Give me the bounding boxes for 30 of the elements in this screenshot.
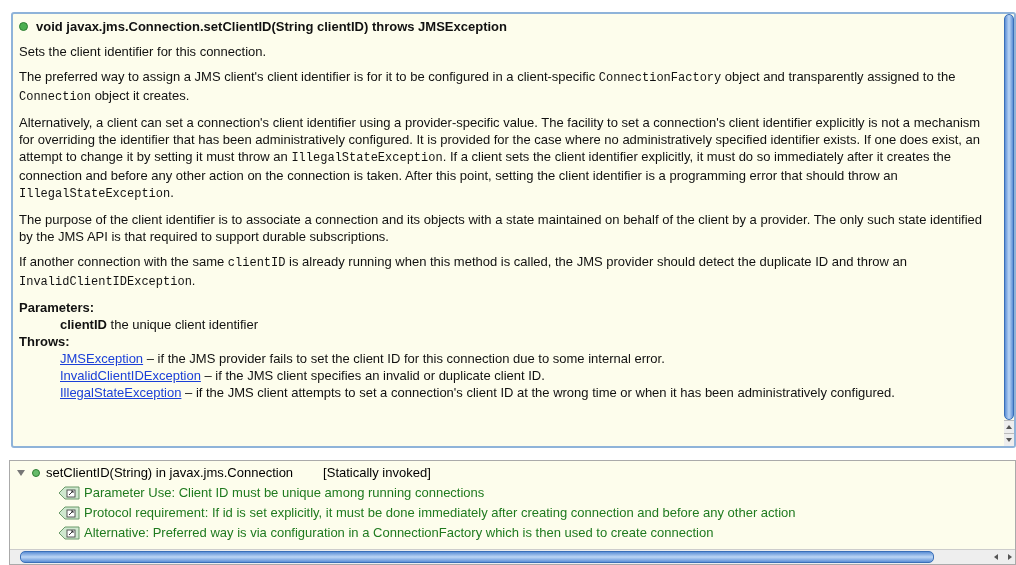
scroll-down-icon[interactable] <box>1004 433 1014 446</box>
tree-item-label[interactable]: Alternative: Preferred way is via configuration in a ConnectionFactory which is then used to create connection <box>84 523 714 543</box>
exception-link[interactable]: IllegalStateException <box>60 385 182 400</box>
exception-description: JMSException – if the JMS provider fails to set the client ID for this connection due to some internal error. <box>59 350 666 367</box>
vertical-scrollbar[interactable] <box>1004 14 1014 446</box>
method-dot-icon <box>19 22 28 31</box>
exception-description: IllegalStateException – if the JMS client attempts to set a connection's client ID at the wrong time or when it has been administratively configured. <box>59 384 896 401</box>
description-paragraph: Alternatively, a client can set a connection's client identifier using a provider-specific value. The facility to set a connection's client identifier explicitly is not a mechanism for overriding the identifier that has been administratively configured. It is provided for the case where no administratively specified identifier exists. If one does exist, an attempt to change it by setting it must throw an IllegalStateException. If a client sets the client identifier explicitly, it must do so immediately after it creates the connection and before any other action on the connection is taken. After this point, setting the client identifier is a programming error that should throw an IllegalStateException. <box>19 114 982 203</box>
parameter-description: clientID the unique client identifier <box>59 316 259 333</box>
tree-item-label[interactable]: Protocol requirement: If id is set explicitly, it must be done immediately after creating connection and before any other action <box>84 503 796 523</box>
exception-link[interactable]: InvalidClientIDException <box>60 368 201 383</box>
description-paragraph: The preferred way to assign a JMS client's client identifier is for it to be configured in a client-specific ConnectionFactory object and transparently assigned to the Connection object it creates. <box>19 68 957 106</box>
method-signature: void javax.jms.Connection.setClientID(String clientID) throws JMSException <box>36 18 507 35</box>
exception-description: InvalidClientIDException – if the JMS client specifies an invalid or duplicate client ID. <box>59 367 546 384</box>
parameters-heading: Parameters: <box>19 299 96 316</box>
exception-link[interactable]: JMSException <box>60 351 144 366</box>
annotation-icon <box>58 486 80 500</box>
expanded-triangle-icon[interactable] <box>16 468 26 478</box>
horizontal-scrollbar[interactable] <box>10 549 1015 564</box>
description-paragraph: Sets the client identifier for this connection. <box>19 43 268 60</box>
annotation-icon <box>58 526 80 540</box>
annotation-icon <box>58 506 80 520</box>
scroll-up-icon[interactable] <box>1004 420 1014 433</box>
method-dot-icon <box>32 469 40 477</box>
description-paragraph: If another connection with the same clientID is already running when this method is called, the JMS provider should detect the duplicate ID and throw an InvalidClientIDException. <box>19 253 908 291</box>
tree-item-label[interactable]: Parameter Use: Client ID must be unique among running connections <box>84 483 485 503</box>
description-paragraph: The purpose of the client identifier is to associate a connection and its objects with a state maintained on behalf of the client by a provider. The only such state identified by the JMS API is that required to support durable subscriptions. <box>19 211 984 245</box>
invocation-note: [Statically invoked] <box>323 464 431 482</box>
tree-item-label[interactable]: setClientID(String) in javax.jms.Connection <box>46 463 294 483</box>
throws-heading: Throws: <box>19 333 71 350</box>
